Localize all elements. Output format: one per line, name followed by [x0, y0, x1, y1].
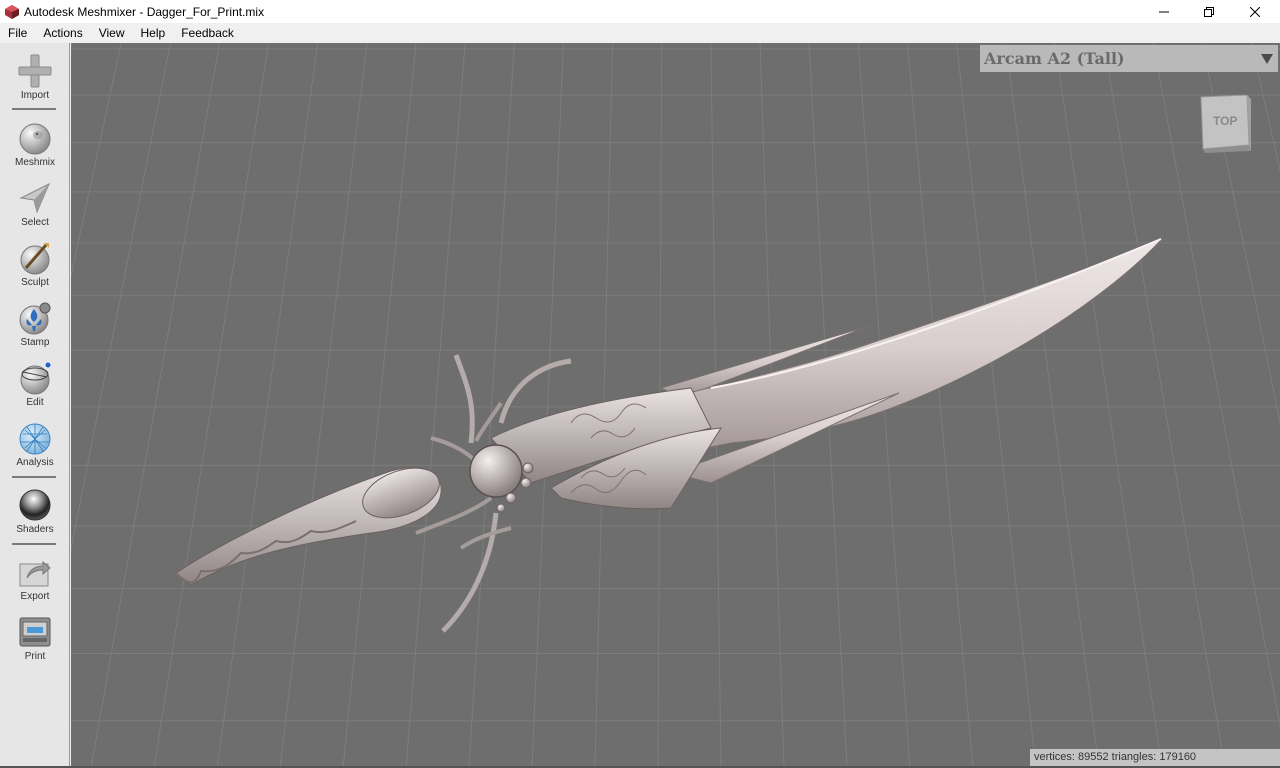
toolbar-divider	[12, 476, 56, 478]
export-button[interactable]: Export	[0, 554, 70, 602]
stamp-fleur-icon	[19, 302, 51, 335]
menu-feedback[interactable]: Feedback	[173, 23, 242, 43]
title-bar: Autodesk Meshmixer - Dagger_For_Print.mi…	[0, 0, 1280, 23]
dagger-model[interactable]	[71, 43, 1280, 768]
printer-icon	[19, 617, 51, 647]
shaders-button[interactable]: Shaders	[0, 487, 70, 535]
sculpt-button[interactable]: Sculpt	[0, 240, 70, 288]
close-button[interactable]	[1232, 0, 1278, 23]
view-cube-face-label: TOP	[1213, 114, 1238, 128]
close-icon	[1250, 6, 1260, 17]
left-toolbar: Import Meshmix Select Sculpt Stamp Edit …	[0, 43, 70, 768]
stamp-button[interactable]: Stamp	[0, 300, 70, 348]
stamp-label: Stamp	[20, 337, 50, 348]
meshmix-button[interactable]: Meshmix	[0, 120, 70, 168]
mesh-stats: vertices: 89552 triangles: 179160	[1030, 749, 1280, 766]
sculpt-label: Sculpt	[21, 277, 49, 288]
menu-bar: File Actions View Help Feedback	[0, 23, 1280, 43]
menu-actions[interactable]: Actions	[35, 23, 90, 43]
export-icon	[19, 560, 51, 587]
select-button[interactable]: Select	[0, 180, 70, 228]
triangle-down-icon	[1261, 53, 1273, 64]
analysis-button[interactable]: Analysis	[0, 420, 70, 468]
export-label: Export	[20, 591, 50, 602]
edit-sphere-icon	[20, 362, 51, 395]
printer-dropdown[interactable]: Arcam A2 (Tall)	[980, 45, 1278, 72]
3d-viewport[interactable]	[71, 43, 1280, 768]
edit-label: Edit	[26, 397, 44, 408]
toolbar-divider	[12, 108, 56, 110]
menu-view[interactable]: View	[91, 23, 133, 43]
shaders-label: Shaders	[16, 524, 54, 535]
import-button[interactable]: Import	[0, 53, 70, 101]
meshmixer-logo-icon	[5, 4, 19, 19]
analysis-wireframe-icon	[19, 423, 51, 455]
menu-file[interactable]: File	[0, 23, 35, 43]
minimize-icon	[1159, 11, 1169, 12]
print-button[interactable]: Print	[0, 614, 70, 662]
toolbar-divider	[12, 543, 56, 545]
window-title: Autodesk Meshmixer - Dagger_For_Print.mi…	[24, 4, 265, 19]
restore-button[interactable]	[1186, 0, 1232, 23]
meshmix-label: Meshmix	[14, 157, 55, 168]
sculpt-brush-icon	[20, 243, 50, 275]
menu-help[interactable]: Help	[133, 23, 174, 43]
analysis-label: Analysis	[16, 457, 54, 468]
plus-icon	[18, 54, 52, 88]
bunny-sphere-icon	[19, 123, 51, 155]
printer-name: Arcam A2 (Tall)	[984, 49, 1125, 68]
minimize-button[interactable]	[1141, 0, 1187, 23]
print-label: Print	[24, 651, 46, 662]
restore-icon	[1204, 6, 1214, 17]
arrow-pointer-icon	[19, 182, 50, 214]
edit-button[interactable]: Edit	[0, 360, 70, 408]
view-cube[interactable]: TOP	[1199, 94, 1253, 153]
import-label: Import	[20, 90, 50, 101]
select-label: Select	[21, 217, 49, 228]
chrome-sphere-icon	[19, 489, 51, 521]
